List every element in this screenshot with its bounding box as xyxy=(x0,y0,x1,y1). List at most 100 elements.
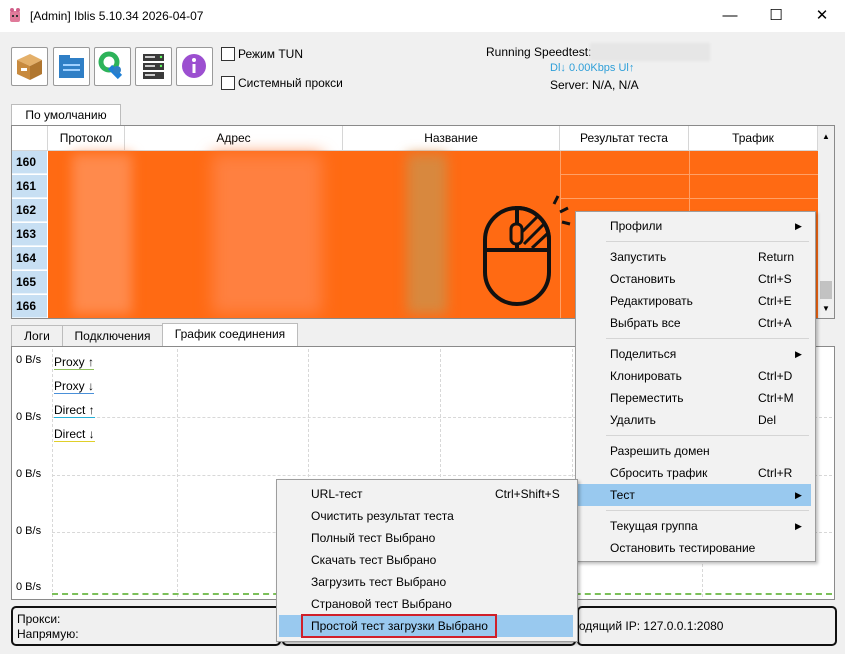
menu-item[interactable]: Остановить тестирование xyxy=(578,537,811,559)
column-header-protocol[interactable]: Протокол xyxy=(48,126,125,151)
menu-separator xyxy=(606,338,809,339)
row-number[interactable]: 163 xyxy=(12,223,47,246)
highlight-box xyxy=(301,614,497,638)
menu-item[interactable]: Тест ▶ xyxy=(578,484,811,506)
column-header-name[interactable]: Название xyxy=(343,126,560,151)
menu-item[interactable]: Переместить Ctrl+M xyxy=(578,387,811,409)
menu-item[interactable]: Остановить Ctrl+S xyxy=(578,268,811,290)
menu-item-shortcut: Ctrl+S xyxy=(758,272,792,286)
table-scrollbar[interactable]: ▲ ▼ xyxy=(818,126,834,318)
row-number[interactable]: 162 xyxy=(12,199,47,222)
menu-separator xyxy=(606,435,809,436)
server-icon xyxy=(143,54,164,79)
status-proxy-panel: Прокси: Напрямую: xyxy=(11,606,281,646)
submenu-arrow-icon: ▶ xyxy=(795,221,802,231)
status-direct-label: Напрямую: xyxy=(17,627,79,641)
tab-connections[interactable]: Подключения xyxy=(62,325,163,346)
menu-item[interactable]: Профили ▶ xyxy=(578,215,811,237)
system-proxy-label: Системный прокси xyxy=(238,76,343,90)
y-axis-label: 0 B/s xyxy=(16,411,42,423)
app-logo-icon xyxy=(8,7,22,23)
y-axis-label: 0 B/s xyxy=(16,468,42,480)
menu-item[interactable]: Поделиться ▶ xyxy=(578,343,811,365)
tab-logs[interactable]: Логи xyxy=(11,325,63,346)
y-axis-label: 0 B/s xyxy=(16,525,42,537)
menu-item-label: Скачать тест Выбрано xyxy=(311,553,437,567)
toolbar-tools-button[interactable] xyxy=(94,47,131,86)
menu-item[interactable]: URL-тест Ctrl+Shift+S xyxy=(279,483,573,505)
speedtest-label: Running Speedtest: xyxy=(486,45,592,59)
legend-proxy-down[interactable]: Proxy ↓ xyxy=(54,379,95,394)
menu-item[interactable]: Очистить результат теста xyxy=(279,505,573,527)
test-submenu: URL-тест Ctrl+Shift+S Очистить результат т… xyxy=(276,479,578,642)
menu-item[interactable]: Скачать тест Выбрано xyxy=(279,549,573,571)
toolbar-info-button[interactable] xyxy=(176,47,213,86)
legend-direct-up[interactable]: Direct ↑ xyxy=(54,403,95,418)
speedtest-server: Server: N/A, N/A xyxy=(550,78,639,92)
menu-item[interactable]: Разрешить домен xyxy=(578,440,811,462)
menu-item-label: Полный тест Выбрано xyxy=(311,531,436,545)
toolbar-box-button[interactable] xyxy=(11,47,48,86)
tab-connection-chart[interactable]: График соединения xyxy=(162,323,298,347)
folder-icon xyxy=(59,55,84,78)
menu-item[interactable]: Сбросить трафик Ctrl+R xyxy=(578,462,811,484)
system-proxy-checkbox[interactable] xyxy=(221,76,235,90)
menu-item-label: Поделиться xyxy=(610,347,677,361)
row-number[interactable]: 160 xyxy=(12,151,47,174)
menu-item-label: Разрешить домен xyxy=(610,444,710,458)
menu-item-label: Выбрать все xyxy=(610,316,681,330)
menu-item-label: Удалить xyxy=(610,413,656,427)
speedtest-rate: Dl↓ 0.00Kbps Ul↑ xyxy=(550,62,635,74)
menu-item-shortcut: Del xyxy=(758,413,777,427)
tools-icon xyxy=(98,51,123,80)
info-icon xyxy=(182,54,206,78)
context-menu: Профили ▶ Запустить Return Остановить Ctrl+S Р… xyxy=(575,211,816,562)
toolbar-server-button[interactable] xyxy=(135,47,172,86)
menu-item-label: Остановить xyxy=(610,272,676,286)
menu-item-shortcut: Ctrl+M xyxy=(758,391,794,405)
menu-item-label: URL-тест xyxy=(311,487,363,501)
menu-item-shortcut: Return xyxy=(758,250,795,264)
grid-line xyxy=(177,349,178,597)
row-number[interactable]: 164 xyxy=(12,247,47,270)
menu-item[interactable]: Загрузить тест Выбрано xyxy=(279,571,573,593)
y-axis-label: 0 B/s xyxy=(16,581,42,593)
menu-item[interactable]: Удалить Del xyxy=(578,409,811,431)
maximize-button[interactable]: ☐ xyxy=(753,0,799,32)
y-axis-label: 0 B/s xyxy=(16,354,42,366)
menu-item-label: Загрузить тест Выбрано xyxy=(311,575,447,589)
speedtest-redacted xyxy=(590,43,710,61)
row-number[interactable]: 161 xyxy=(12,175,47,198)
menu-item[interactable]: Текущая группа ▶ xyxy=(578,515,811,537)
column-header-test-result[interactable]: Результат теста xyxy=(560,126,689,151)
menu-item-label: Остановить тестирование xyxy=(610,541,756,555)
menu-item[interactable]: Страновой тест Выбрано xyxy=(279,593,573,615)
menu-item-label: Запустить xyxy=(610,250,667,264)
redacted-protocol xyxy=(72,154,132,314)
tab-default-group[interactable]: По умолчанию xyxy=(11,104,121,125)
menu-item[interactable]: Запустить Return xyxy=(578,246,811,268)
toolbar-folder-button[interactable] xyxy=(53,47,90,86)
close-button[interactable]: ✕ xyxy=(799,0,845,32)
redacted-address xyxy=(212,154,322,314)
column-header-traffic[interactable]: Трафик xyxy=(689,126,818,151)
row-number[interactable]: 165 xyxy=(12,271,47,294)
row-number[interactable]: 166 xyxy=(12,295,47,318)
menu-item[interactable]: Редактировать Ctrl+E xyxy=(578,290,811,312)
menu-item-label: Очистить результат теста xyxy=(311,509,454,523)
menu-item-shortcut: Ctrl+R xyxy=(758,466,793,480)
tun-mode-checkbox[interactable] xyxy=(221,47,235,61)
legend-proxy-up[interactable]: Proxy ↑ xyxy=(54,355,95,370)
menu-item-label: Клонировать xyxy=(610,369,682,383)
menu-item[interactable]: Клонировать Ctrl+D xyxy=(578,365,811,387)
menu-item[interactable]: Выбрать все Ctrl+A xyxy=(578,312,811,334)
column-header-address[interactable]: Адрес xyxy=(125,126,343,151)
menu-item-label: Текущая группа xyxy=(610,519,698,533)
menu-item-label: Редактировать xyxy=(610,294,693,308)
menu-separator xyxy=(606,241,809,242)
legend-direct-down[interactable]: Direct ↓ xyxy=(54,427,95,442)
menu-item[interactable]: Простой тест загрузки Выбрано xyxy=(279,614,573,638)
menu-item[interactable]: Полный тест Выбрано xyxy=(279,527,573,549)
minimize-button[interactable]: — xyxy=(707,0,753,32)
menu-item-label: Профили xyxy=(610,219,663,233)
